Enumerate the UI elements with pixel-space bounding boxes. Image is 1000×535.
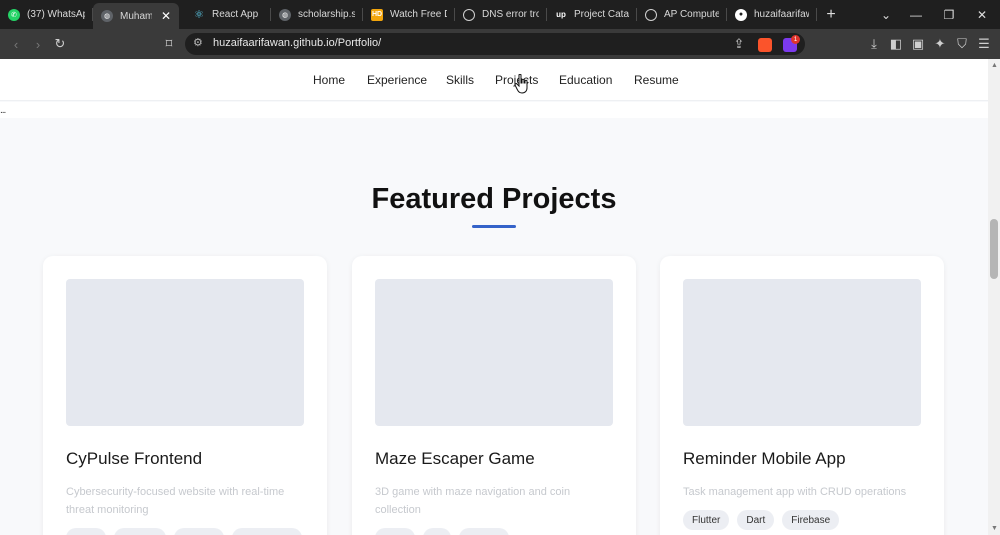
download-icon[interactable]: ⤓ bbox=[866, 36, 882, 52]
menu-icon[interactable]: ☰ bbox=[976, 36, 992, 52]
close-window-icon[interactable]: ✕ bbox=[966, 0, 998, 29]
new-tab-button[interactable]: + bbox=[817, 0, 845, 29]
project-description: Task management app with CRUD operations bbox=[683, 486, 907, 498]
ellipsis-icon: ... bbox=[0, 105, 6, 116]
sidebar-icon[interactable]: ◧ bbox=[888, 36, 904, 52]
tech-tag bbox=[114, 528, 166, 535]
minimize-icon[interactable]: — bbox=[900, 0, 932, 29]
project-thumbnail bbox=[66, 279, 304, 426]
tech-tag-firebase: Firebase bbox=[782, 510, 840, 530]
tab-label: AP Computer bbox=[664, 9, 719, 20]
browser-toolbar: ‹ › ↻ ⌑ ⚙ huzaifaarifawan.github.io/Port… bbox=[0, 29, 1000, 59]
nav-skills[interactable]: Skills bbox=[446, 73, 474, 87]
vpn-icon[interactable]: ⛉ bbox=[954, 36, 970, 52]
site-navbar: Home Experience Skills Projects Educatio… bbox=[0, 59, 988, 101]
share-icon[interactable]: ⇪ bbox=[731, 36, 747, 52]
tech-tag bbox=[232, 528, 302, 535]
tab-search-chevron-icon[interactable]: ⌄ bbox=[870, 0, 902, 29]
project-card[interactable]: Maze Escaper Game 3D game with maze navi… bbox=[352, 256, 636, 535]
project-card[interactable]: CyPulse Frontend Cybersecurity-focused w… bbox=[43, 256, 327, 535]
whatsapp-icon: ✆ bbox=[8, 8, 20, 21]
forward-icon[interactable]: › bbox=[30, 36, 46, 52]
reload-icon[interactable]: ↻ bbox=[52, 36, 68, 52]
globe-icon: ◍ bbox=[101, 10, 113, 22]
url-text[interactable]: huzaifaarifawan.github.io/Portfolio/ bbox=[213, 37, 381, 49]
project-tags: Flutter Dart Firebase bbox=[683, 510, 840, 530]
nav-spacer bbox=[0, 102, 988, 118]
tab-scholarship[interactable]: ◍ scholarship.st bbox=[271, 0, 363, 29]
react-icon: ⚛ bbox=[194, 9, 204, 21]
nav-experience[interactable]: Experience bbox=[367, 73, 427, 87]
project-card[interactable]: Reminder Mobile App Task management app … bbox=[660, 256, 944, 535]
tech-tag bbox=[66, 528, 106, 535]
brave-shields-icon[interactable] bbox=[758, 38, 772, 52]
project-tags bbox=[375, 528, 509, 535]
leo-ai-icon[interactable]: ✦ bbox=[932, 36, 948, 52]
project-title: Reminder Mobile App bbox=[683, 449, 846, 468]
hd-icon: HD bbox=[371, 8, 383, 21]
nav-home[interactable]: Home bbox=[313, 73, 345, 87]
project-description: Cybersecurity-focused website with real-… bbox=[66, 486, 285, 516]
section-title: Featured Projects bbox=[371, 183, 617, 215]
openai-icon bbox=[463, 8, 475, 21]
globe-icon: ◍ bbox=[279, 8, 291, 21]
bookmark-icon[interactable]: ⌑ bbox=[161, 36, 177, 52]
tab-label: Watch Free Do bbox=[390, 9, 447, 20]
github-icon: ● bbox=[735, 8, 747, 21]
site-settings-icon[interactable]: ⚙ bbox=[193, 36, 203, 49]
project-thumbnail bbox=[375, 279, 613, 426]
nav-resume[interactable]: Resume bbox=[634, 73, 679, 87]
back-icon[interactable]: ‹ bbox=[8, 36, 24, 52]
tab-whatsapp[interactable]: ✆ (37) WhatsApp bbox=[0, 0, 93, 29]
tab-label: (37) WhatsApp bbox=[27, 9, 85, 20]
wallet-icon[interactable]: ▣ bbox=[910, 36, 926, 52]
close-tab-icon[interactable]: ✕ bbox=[161, 9, 171, 23]
address-bar[interactable]: ⚙ huzaifaarifawan.github.io/Portfolio/ ⇪… bbox=[185, 33, 805, 55]
scroll-down-arrow-icon[interactable]: ▼ bbox=[991, 525, 998, 532]
tab-portfolio-active[interactable]: ◍ Muhamm ✕ bbox=[93, 3, 179, 29]
tab-label: scholarship.st bbox=[298, 9, 355, 20]
tab-dns-error[interactable]: DNS error tro bbox=[455, 0, 547, 29]
tab-label: React App bbox=[212, 9, 259, 20]
tab-project-catalog[interactable]: up Project Catalo bbox=[547, 0, 637, 29]
project-description: 3D game with maze navigation and coin co… bbox=[375, 486, 571, 516]
project-thumbnail bbox=[683, 279, 921, 426]
nav-education[interactable]: Education bbox=[559, 73, 612, 87]
scrollbar-thumb[interactable] bbox=[990, 219, 998, 279]
tab-github[interactable]: ● huzaifaarifawa bbox=[727, 0, 817, 29]
notification-badge: 1 bbox=[791, 35, 800, 44]
scroll-up-arrow-icon[interactable]: ▲ bbox=[991, 62, 998, 69]
tech-tag bbox=[174, 528, 224, 535]
hand-cursor-icon bbox=[515, 74, 528, 94]
tech-tag bbox=[423, 528, 451, 535]
browser-tab-strip: ✆ (37) WhatsApp ◍ Muhamm ✕ ⚛ React App ◍… bbox=[0, 0, 1000, 29]
project-tags bbox=[66, 528, 302, 535]
tab-label: Muhamm bbox=[120, 10, 152, 22]
webpage-viewport: Home Experience Skills Projects Educatio… bbox=[0, 59, 988, 535]
page-scrollbar[interactable]: ▲ ▼ bbox=[988, 59, 1000, 535]
upwork-icon: up bbox=[556, 10, 566, 19]
tab-label: huzaifaarifawa bbox=[754, 9, 809, 20]
tech-tag-flutter: Flutter bbox=[683, 510, 730, 530]
tech-tag bbox=[459, 528, 509, 535]
project-title: CyPulse Frontend bbox=[66, 449, 203, 468]
restore-icon[interactable]: ❐ bbox=[933, 0, 965, 29]
openai-icon bbox=[645, 8, 657, 21]
tab-ap-computer[interactable]: AP Computer bbox=[637, 0, 727, 29]
tab-watch-free[interactable]: HD Watch Free Do bbox=[363, 0, 455, 29]
tab-label: DNS error tro bbox=[482, 9, 539, 20]
tech-tag bbox=[375, 528, 415, 535]
project-title: Maze Escaper Game bbox=[375, 449, 535, 468]
tech-tag-dart: Dart bbox=[737, 510, 775, 530]
tab-label: Project Catalo bbox=[574, 9, 629, 20]
title-underline bbox=[472, 225, 516, 228]
tab-react-app[interactable]: ⚛ React App bbox=[179, 0, 271, 29]
